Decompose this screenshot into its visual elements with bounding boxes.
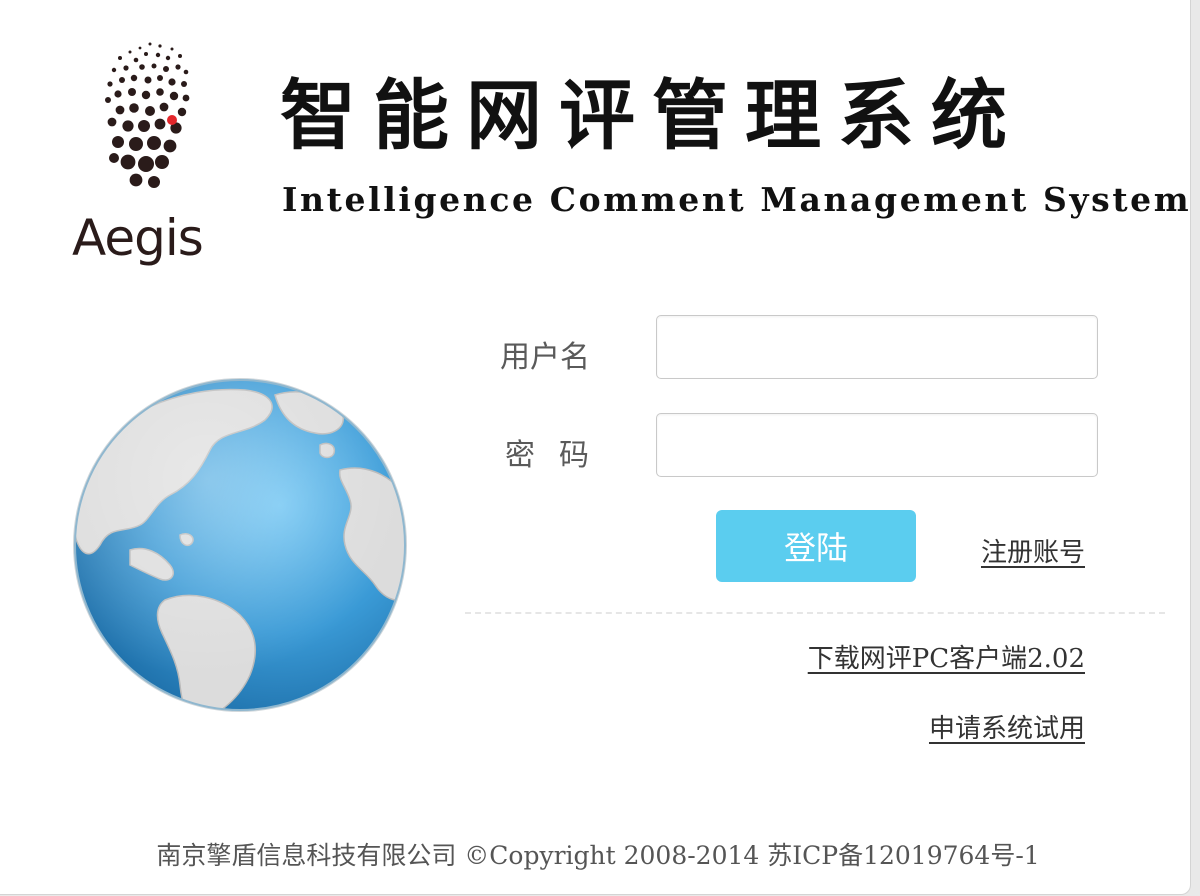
- logo-dots-icon: [105, 42, 190, 188]
- register-link[interactable]: 注册账号: [981, 532, 1085, 569]
- aegis-logo: Aegis: [60, 40, 240, 266]
- divider: [465, 612, 1165, 614]
- download-client-link[interactable]: 下载网评PC客户端2.02: [808, 638, 1085, 675]
- username-label: 用户名: [500, 340, 590, 375]
- system-title-en: Intelligence Comment Management System: [282, 180, 1191, 219]
- password-input[interactable]: [656, 413, 1098, 477]
- logo-text: Aegis: [72, 209, 204, 267]
- username-input[interactable]: [656, 315, 1098, 379]
- globe-icon: [70, 375, 410, 715]
- password-label: 密码: [505, 438, 613, 473]
- login-button[interactable]: 登陆: [716, 510, 916, 582]
- login-window: Aegis 智能网评管理系统 Intelligence Comment Mana…: [0, 0, 1191, 895]
- apply-trial-link[interactable]: 申请系统试用: [929, 708, 1085, 745]
- footer-copyright: 南京擎盾信息科技有限公司 ©Copyright 2008-2014 苏ICP备1…: [156, 841, 1040, 870]
- system-title-cn: 智能网评管理系统: [280, 71, 1024, 160]
